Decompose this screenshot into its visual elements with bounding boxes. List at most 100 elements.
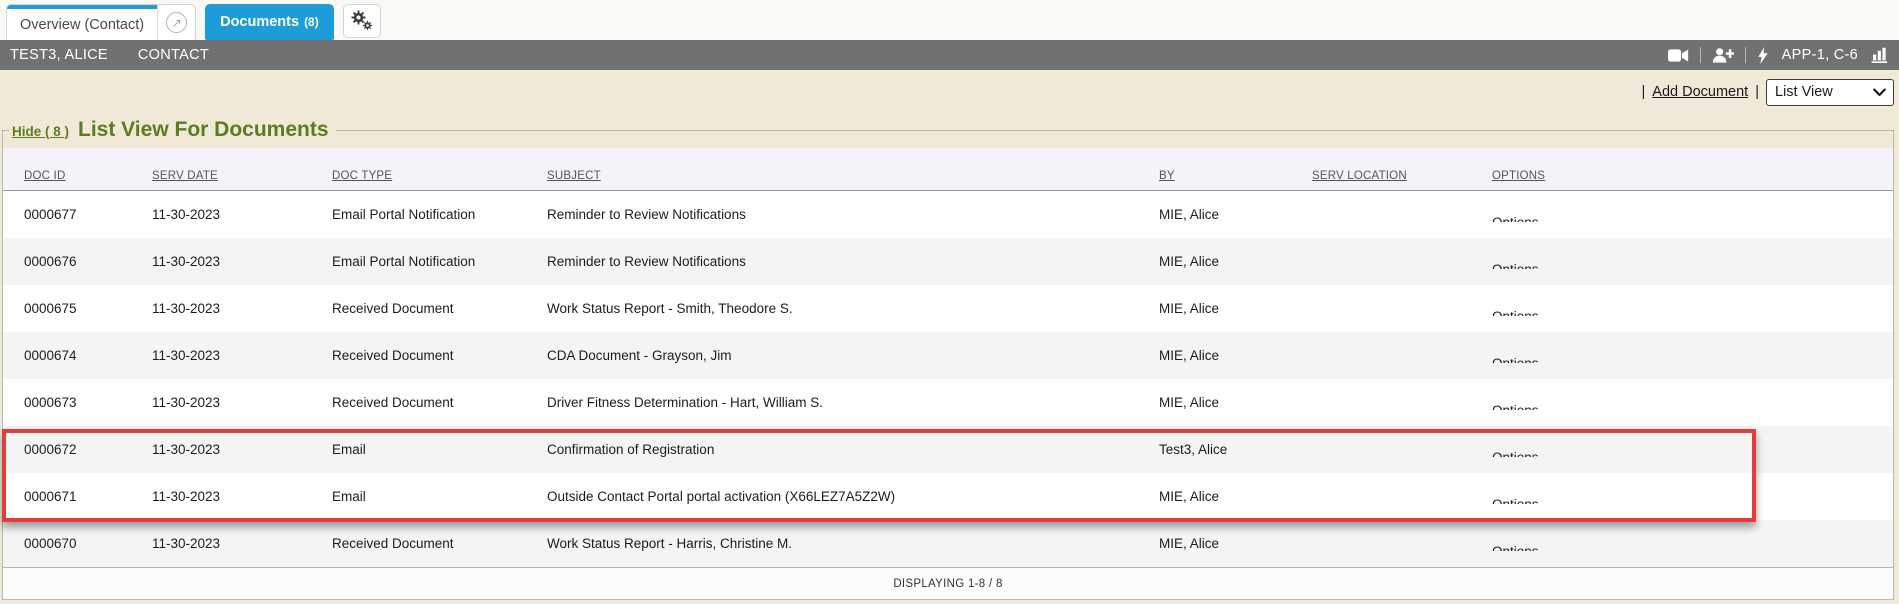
tab-documents[interactable]: Documents (8) (205, 4, 334, 40)
cell-doc-id: 0000671 (3, 489, 131, 504)
tab-overview-label-wrap: Overview (Contact) (7, 5, 157, 40)
row-options-button[interactable]: Options (1492, 497, 1539, 504)
cell-options: Options (1471, 207, 1893, 222)
document-toolbar: | Add Document | List View (2, 78, 1894, 106)
add-document-link[interactable]: Add Document (1652, 84, 1748, 100)
cell-by: MIE, Alice (1138, 395, 1291, 410)
cell-doc-type: Email Portal Notification (311, 207, 526, 222)
cell-doc-id: 0000677 (3, 207, 131, 222)
cell-options: Options (1471, 442, 1893, 457)
tab-popout-button[interactable]: ↗ (157, 5, 195, 40)
table-row[interactable]: 0000674 11-30-2023 Received Document CDA… (3, 332, 1893, 379)
table-row[interactable]: 0000676 11-30-2023 Email Portal Notifica… (3, 238, 1893, 285)
column-header-serv-date[interactable]: SERV DATE (131, 170, 311, 190)
lightning-bolt-icon[interactable] (1757, 47, 1769, 64)
column-header-options[interactable]: OPTIONS (1471, 170, 1893, 190)
cell-subject: Confirmation of Registration (526, 442, 1138, 457)
cell-subject: Driver Fitness Determination - Hart, Wil… (526, 395, 1138, 410)
row-options-button[interactable]: Options (1492, 544, 1539, 551)
cell-subject: Work Status Report - Smith, Theodore S. (526, 301, 1138, 316)
cell-options: Options (1471, 395, 1893, 410)
cell-by: MIE, Alice (1138, 254, 1291, 269)
divider (1745, 47, 1746, 63)
table-row[interactable]: 0000677 11-30-2023 Email Portal Notifica… (3, 191, 1893, 238)
cell-doc-id: 0000672 (3, 442, 131, 457)
cell-options: Options (1471, 536, 1893, 551)
record-type-label: CONTACT (138, 47, 209, 63)
cell-serv-date: 11-30-2023 (131, 348, 311, 363)
popout-arrow-icon: ↗ (166, 12, 187, 33)
documents-panel: Hide ( 8 ) List View For Documents DOC I… (2, 118, 1894, 600)
cell-doc-id: 0000670 (3, 536, 131, 551)
cell-doc-type: Received Document (311, 348, 526, 363)
cell-subject: Reminder to Review Notifications (526, 207, 1138, 222)
row-options-button[interactable]: Options (1492, 356, 1539, 363)
cell-serv-date: 11-30-2023 (131, 301, 311, 316)
record-title-bar: TEST3, ALICE CONTACT (0, 40, 1899, 70)
cell-doc-type: Email (311, 489, 526, 504)
tab-band: Overview (Contact) ↗ Documents (8) (0, 0, 1899, 40)
view-select[interactable]: List View (1766, 79, 1894, 106)
column-header-doc-type[interactable]: DOC TYPE (311, 170, 526, 190)
cell-by: MIE, Alice (1138, 207, 1291, 222)
cell-doc-id: 0000675 (3, 301, 131, 316)
divider (1700, 47, 1701, 63)
cell-options: Options (1471, 254, 1893, 269)
chevron-down-icon (1873, 88, 1886, 97)
column-header-serv-location[interactable]: SERV LOCATION (1291, 170, 1471, 190)
column-header-by[interactable]: BY (1138, 170, 1291, 190)
cell-by: MIE, Alice (1138, 301, 1291, 316)
cell-serv-date: 11-30-2023 (131, 536, 311, 551)
table-row[interactable]: 0000673 11-30-2023 Received Document Dri… (3, 379, 1893, 426)
displaying-count: DISPLAYING 1-8 / 8 (893, 578, 1002, 590)
cell-by: Test3, Alice (1138, 442, 1291, 457)
column-header-subject[interactable]: SUBJECT (526, 170, 1138, 190)
table-header-row: DOC ID SERV DATE DOC TYPE SUBJECT BY SER… (3, 148, 1893, 191)
tab-overview-label: Overview (Contact) (20, 17, 144, 33)
cell-serv-date: 11-30-2023 (131, 207, 311, 222)
cell-doc-id: 0000674 (3, 348, 131, 363)
cell-by: MIE, Alice (1138, 489, 1291, 504)
settings-button[interactable] (343, 4, 381, 38)
cell-doc-id: 0000676 (3, 254, 131, 269)
pipe-separator: | (1755, 84, 1759, 100)
cell-serv-date: 11-30-2023 (131, 489, 311, 504)
row-options-button[interactable]: Options (1492, 215, 1539, 222)
column-header-doc-id[interactable]: DOC ID (3, 170, 131, 190)
view-select-value: List View (1775, 84, 1833, 100)
table-row[interactable]: 0000671 11-30-2023 Email Outside Contact… (3, 473, 1893, 520)
row-options-button[interactable]: Options (1492, 262, 1539, 269)
hide-toggle-link[interactable]: Hide ( 8 ) (12, 124, 69, 139)
cog-small-icon (362, 20, 373, 31)
row-options-button[interactable]: Options (1492, 403, 1539, 410)
tab-overview-contact[interactable]: Overview (Contact) ↗ (6, 4, 196, 40)
cell-options: Options (1471, 348, 1893, 363)
table-footer: DISPLAYING 1-8 / 8 (3, 567, 1893, 599)
cell-by: MIE, Alice (1138, 348, 1291, 363)
row-options-button[interactable]: Options (1492, 450, 1539, 457)
table-body: 0000677 11-30-2023 Email Portal Notifica… (3, 191, 1893, 567)
row-options-button[interactable]: Options (1492, 309, 1539, 316)
cell-doc-type: Email (311, 442, 526, 457)
cell-by: MIE, Alice (1138, 536, 1291, 551)
video-camera-icon[interactable] (1668, 48, 1689, 63)
content-area: | Add Document | List View Hide ( 8 ) Li… (0, 70, 1899, 604)
panel-legend: Hide ( 8 ) List View For Documents (9, 118, 336, 142)
table-row[interactable]: 0000672 11-30-2023 Email Confirmation of… (3, 426, 1893, 473)
table-row[interactable]: 0000670 11-30-2023 Received Document Wor… (3, 520, 1893, 567)
add-person-icon[interactable] (1712, 47, 1734, 63)
cell-serv-date: 11-30-2023 (131, 254, 311, 269)
cell-subject: CDA Document - Grayson, Jim (526, 348, 1138, 363)
cell-subject: Reminder to Review Notifications (526, 254, 1138, 269)
bar-chart-icon[interactable] (1871, 47, 1891, 63)
table-row[interactable]: 0000675 11-30-2023 Received Document Wor… (3, 285, 1893, 332)
patient-name: TEST3, ALICE (10, 47, 108, 63)
cell-options: Options (1471, 301, 1893, 316)
title-bar-actions: APP-1, C-6 (1668, 47, 1891, 64)
cell-doc-type: Received Document (311, 395, 526, 410)
cell-options: Options (1471, 489, 1893, 504)
panel-title: List View For Documents (78, 118, 329, 142)
app-window: Overview (Contact) ↗ Documents (8) (0, 0, 1899, 604)
cell-serv-date: 11-30-2023 (131, 442, 311, 457)
cell-doc-id: 0000673 (3, 395, 131, 410)
